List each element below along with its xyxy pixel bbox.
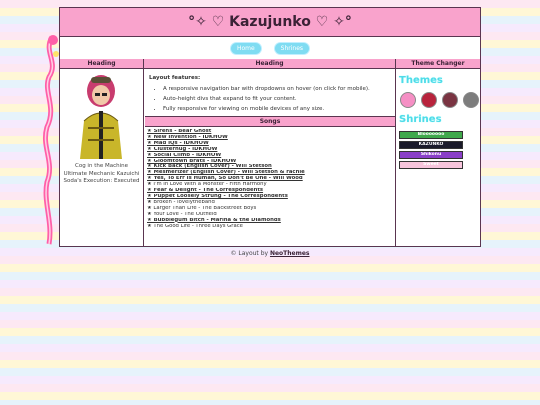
nav-bar: Home Shrines — [60, 37, 480, 59]
right-column: Theme Changer Themes Shrines Blooooooo KA… — [396, 59, 480, 246]
caption-line-2: Ultimate Mechanic Kazuichi — [63, 170, 140, 177]
features-title: Layout features: — [149, 75, 201, 81]
features-list: A responsive navigation bar with dropdow… — [149, 86, 390, 112]
right-heading: Theme Changer — [396, 59, 480, 69]
features-section: Layout features: A responsive navigation… — [144, 69, 395, 112]
nav-shrines[interactable]: Shrines — [274, 42, 310, 54]
theme-swatch-1[interactable] — [400, 92, 416, 108]
shrine-button-2[interactable]: KAZUNKO — [399, 141, 463, 149]
feature-item: Fully responsive for viewing on mobile d… — [163, 106, 390, 112]
left-column: Heading Cog in the Machine Ultimate Mech… — [60, 59, 144, 246]
song-item: ★ The Good Life - Three Days Grace — [147, 223, 243, 229]
site-title: °✧ ♡ Kazujunko ♡ ✧° — [60, 8, 480, 37]
middle-column: Heading Layout features: A responsive na… — [144, 59, 396, 246]
layout-frame: °✧ ♡ Kazujunko ♡ ✧° Home Shrines Heading… — [59, 7, 481, 247]
caption-line-3: Soda's Execution: Executed — [63, 178, 140, 184]
feature-item: A responsive navigation bar with dropdow… — [163, 86, 390, 92]
songs-heading: Songs — [145, 116, 395, 127]
songs-list: ★ Sirens - Bear Ghost ★ New Invention - I… — [144, 127, 395, 231]
mid-heading: Heading — [144, 59, 395, 69]
nav-home[interactable]: Home — [230, 42, 261, 54]
footer: © Layout by NeoThemes — [0, 250, 540, 257]
shrine-button-1[interactable]: Blooooooo — [399, 131, 463, 139]
theme-swatch-4[interactable] — [463, 92, 479, 108]
portrait-caption: Cog in the Machine Ultimate Mechanic Kaz… — [60, 163, 143, 186]
character-portrait — [80, 75, 122, 159]
theme-swatch-2[interactable] — [421, 92, 437, 108]
left-heading: Heading — [60, 59, 143, 69]
footer-prefix: © Layout by — [230, 250, 270, 257]
theme-swatches — [400, 92, 480, 108]
themes-title: Themes — [399, 75, 443, 86]
theme-swatch-3[interactable] — [442, 92, 458, 108]
caption-line-1: Cog in the Machine — [74, 163, 128, 169]
feature-item: Auto-height divs that expand to fit your… — [163, 96, 390, 102]
footer-credit-link[interactable]: NeoThemes — [270, 250, 310, 257]
shrine-button-4[interactable]: Sweet — [399, 161, 463, 169]
shrine-button-3[interactable]: Shikonu — [399, 151, 463, 159]
shrine-buttons: Blooooooo KAZUNKO Shikonu Sweet — [399, 131, 480, 169]
shrines-title: Shrines — [399, 114, 442, 125]
